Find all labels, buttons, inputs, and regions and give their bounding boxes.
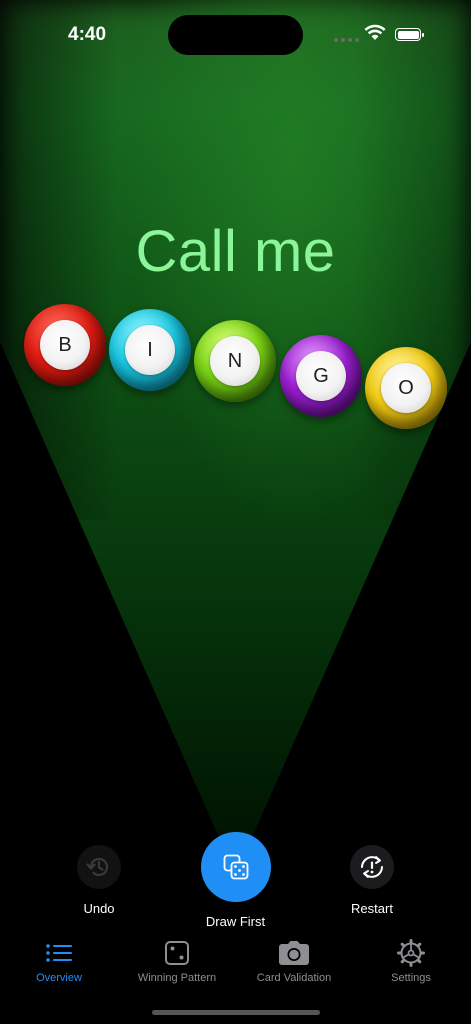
dice-icon: [223, 854, 249, 880]
restart-button[interactable]: [350, 845, 394, 889]
tab-settings[interactable]: Settings: [352, 936, 470, 984]
cellular-signal-icon: [334, 38, 359, 42]
ball-letter: B: [40, 320, 90, 370]
bingo-ball-g: G: [280, 335, 362, 417]
tab-card-validation[interactable]: Card Validation: [235, 936, 353, 984]
bingo-ball-n: N: [194, 320, 276, 402]
ball-letter: N: [210, 336, 260, 386]
tab-bar: Overview Winning Pattern Card Validation…: [0, 936, 471, 996]
screen: 4:40 Call me B I N G O Undo Draw First R…: [0, 0, 471, 1024]
ball-letter: I: [125, 325, 175, 375]
camera-icon: [279, 941, 309, 965]
tab-label: Winning Pattern: [137, 972, 217, 984]
tab-label: Overview: [36, 972, 82, 984]
bingo-ball-i: I: [109, 309, 191, 391]
tab-label: Settings: [391, 972, 431, 984]
gear-icon: [397, 939, 425, 967]
tab-label: Card Validation: [256, 972, 332, 984]
bingo-ball-b: B: [24, 304, 106, 386]
bingo-ball-o: O: [365, 347, 447, 429]
draw-first-label: Draw First: [205, 914, 266, 929]
tab-winning-pattern[interactable]: Winning Pattern: [118, 936, 236, 984]
restart-alert-icon: [361, 856, 383, 878]
dice-square-icon: [165, 941, 189, 965]
ball-letter: O: [381, 363, 431, 413]
page-title: Call me: [135, 219, 336, 284]
battery-icon: [395, 28, 424, 41]
wifi-icon: [364, 24, 386, 40]
status-time: 4:40: [68, 24, 107, 45]
undo-button[interactable]: [77, 845, 121, 889]
history-icon: [86, 857, 109, 877]
dynamic-island: [168, 15, 303, 55]
tab-overview[interactable]: Overview: [0, 936, 118, 984]
ball-letter: G: [296, 351, 346, 401]
restart-label: Restart: [351, 901, 393, 916]
list-icon: [46, 944, 72, 962]
home-indicator: [152, 1010, 320, 1015]
undo-label: Undo: [83, 901, 115, 916]
draw-first-button[interactable]: [201, 832, 271, 902]
